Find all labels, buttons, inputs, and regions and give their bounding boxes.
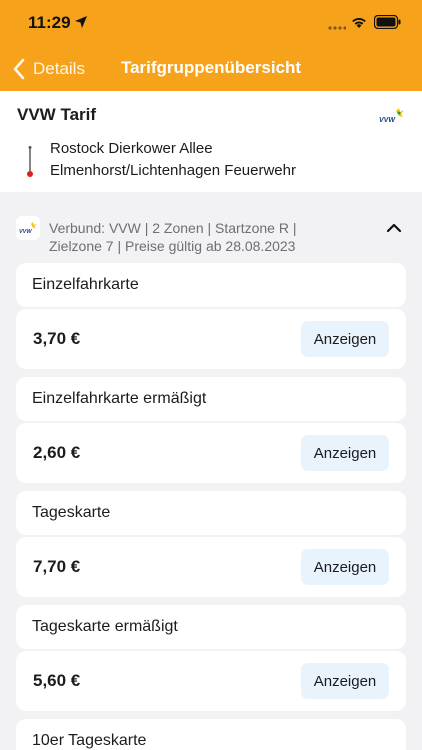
status-bar: 11:29 [0,0,422,46]
signal-icon [328,26,346,30]
navigation-bar: Details Tarifgruppenübersicht [0,46,422,91]
show-ticket-button[interactable]: Anzeigen [301,549,389,585]
location-arrow-icon [75,16,87,28]
ticket-price-row: 3,70 € Anzeigen [16,309,406,369]
show-ticket-button[interactable]: Anzeigen [301,663,389,699]
route-card: VVW Tarif VVW Rostock Dierkower Allee El… [0,91,422,192]
show-ticket-button[interactable]: Anzeigen [301,321,389,357]
tariff-group-info-line2: Zielzone 7 | Preise gültig ab 28.08.2023 [49,238,296,254]
battery-icon [374,15,401,29]
tariff-group-info: Verbund: VVW | 2 Zonen | Startzone R | Z… [49,219,349,255]
ticket-price-row: 7,70 € Anzeigen [16,537,406,597]
ticket-price: 3,70 € [33,329,81,348]
ticket-name-einzelfahrkarte-ermaessigt: Einzelfahrkarte ermäßigt [16,377,406,421]
page-title-text: Tarifgruppenübersicht [120,58,302,77]
stop-origin: Rostock Dierkower Allee [50,140,213,157]
header-bar: 11:29 Details Tarifgruppenübersicht [0,0,422,91]
ticket-name-einzelfahrkarte: Einzelfahrkarte [16,263,406,307]
tarif-title: VVW Tarif [17,105,97,124]
ticket-price: 5,60 € [33,671,81,690]
vvw-logo-small-icon: VVW [16,216,40,240]
ticket-name-tageskarte-ermaessigt: Tageskarte ermäßigt [16,605,406,649]
ticket-name-10er-tageskarte: 10er Tageskarte [16,719,406,750]
show-ticket-button[interactable]: Anzeigen [301,435,389,471]
ticket-price: 2,60 € [33,443,81,462]
vvw-logo-small-text: VVW [19,229,32,235]
page-title: Tarifgruppenübersicht [0,58,422,78]
ticket-price-row: 5,60 € Anzeigen [16,651,406,711]
tariff-group-header[interactable]: VVW Verbund: VVW | 2 Zonen | Startzone R… [16,214,406,258]
ticket-price-row: 2,60 € Anzeigen [16,423,406,483]
ticket-name-tageskarte: Tageskarte [16,491,406,535]
route-line-icon [27,146,33,177]
tariff-group-info-line1: Verbund: VVW | 2 Zonen | Startzone R | [49,220,297,236]
chevron-up-icon[interactable] [386,222,402,234]
wifi-icon [352,18,366,28]
stop-destination: Elmenhorst/Lichtenhagen Feuerwehr [50,162,296,179]
vvw-logo-icon: VVW [379,108,404,124]
ticket-price: 7,70 € [33,557,81,576]
status-time: 11:29 [28,13,71,32]
vvw-logo-text: VVW [379,117,396,124]
